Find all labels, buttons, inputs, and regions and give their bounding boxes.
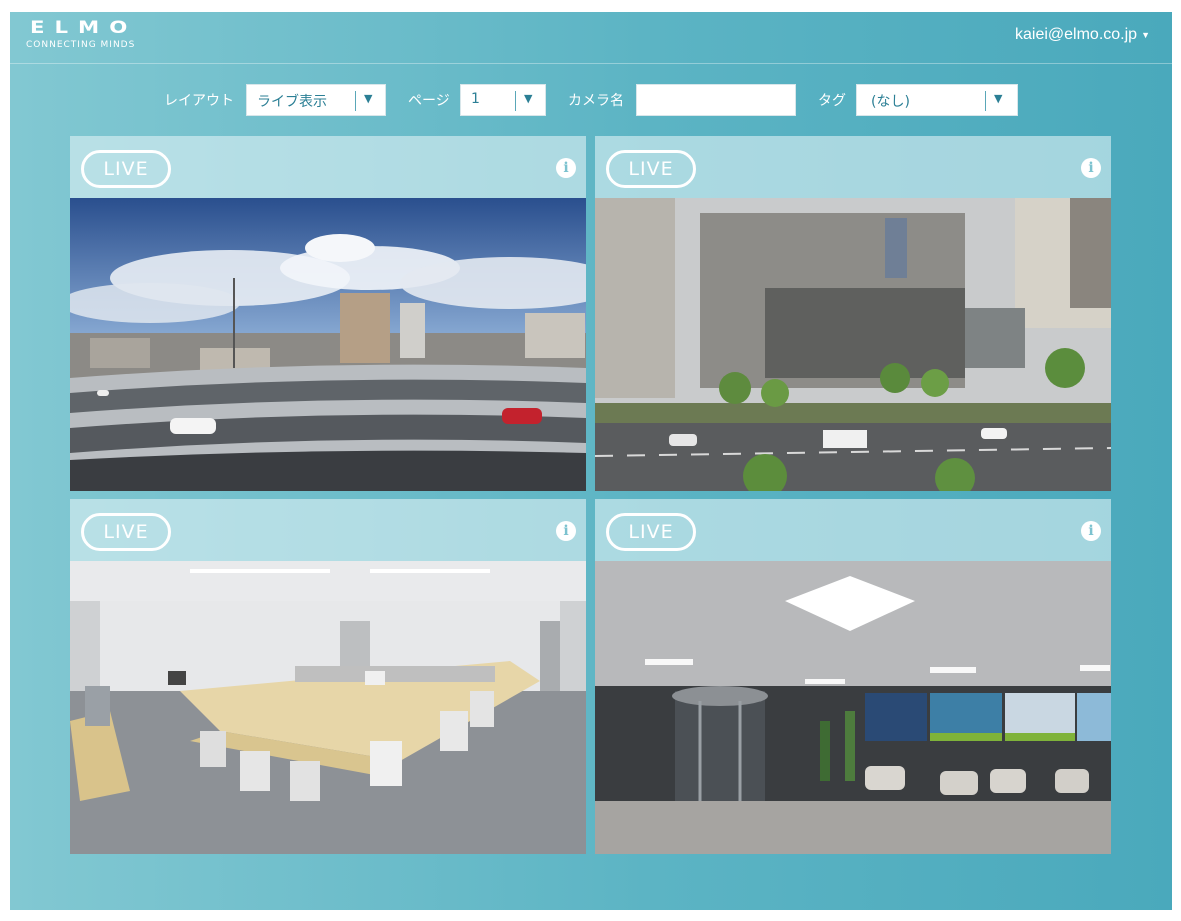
camera-name-input[interactable] (636, 84, 796, 116)
highway-scene (70, 198, 586, 491)
select-divider (515, 91, 516, 111)
page-select[interactable]: 1 ▼ (460, 84, 546, 116)
camera-tile-header: LIVE i (595, 499, 1111, 561)
select-divider (355, 91, 356, 111)
layout-label: レイアウト (164, 93, 234, 109)
logo-tagline: CONNECTING MINDS (26, 40, 136, 50)
filter-bar: レイアウト ライブ表示 ▼ ページ 1 ▼ カメラ名 タグ (なし) ▼ (10, 84, 1172, 116)
lobby-scene (595, 561, 1111, 854)
camera-tile-1[interactable]: LIVE i (70, 136, 586, 491)
caret-down-icon: ▼ (1141, 29, 1150, 40)
tag-select-value: (なし) (871, 94, 910, 110)
info-icon[interactable]: i (556, 521, 576, 541)
caret-down-icon: ▼ (364, 92, 373, 105)
tag-select[interactable]: (なし) ▼ (856, 84, 1018, 116)
info-icon[interactable]: i (1081, 521, 1101, 541)
layout-select[interactable]: ライブ表示 ▼ (246, 84, 386, 116)
caret-down-icon: ▼ (524, 92, 533, 105)
camera-feed-street[interactable] (595, 198, 1111, 491)
tag-label: タグ (818, 93, 846, 109)
user-email: kaiei@elmo.co.jp (1015, 26, 1138, 43)
caret-down-icon: ▼ (994, 92, 1003, 105)
camera-tile-header: LIVE i (595, 136, 1111, 198)
logo-mark: ELMO (30, 18, 138, 38)
live-badge[interactable]: LIVE (606, 150, 696, 188)
elmo-logo: ELMO CONNECTING MINDS (26, 18, 135, 50)
info-icon[interactable]: i (1081, 158, 1101, 178)
camera-tile-header: LIVE i (70, 499, 586, 561)
live-badge[interactable]: LIVE (606, 513, 696, 551)
camera-tile-4[interactable]: LIVE i (595, 499, 1111, 854)
camera-name-label: カメラ名 (568, 93, 624, 109)
camera-feed-highway[interactable] (70, 198, 586, 491)
user-account-menu[interactable]: kaiei@elmo.co.jp ▼ (1015, 26, 1150, 44)
page-select-value: 1 (471, 91, 480, 107)
camera-feed-lobby[interactable] (595, 561, 1111, 854)
meeting-room-scene (70, 561, 586, 854)
camera-tile-header: LIVE i (70, 136, 586, 198)
page-label: ページ (408, 93, 450, 109)
top-bar: ELMO CONNECTING MINDS kaiei@elmo.co.jp ▼ (10, 12, 1172, 64)
info-icon[interactable]: i (556, 158, 576, 178)
live-badge[interactable]: LIVE (81, 150, 171, 188)
street-scene (595, 198, 1111, 491)
camera-feed-meeting-room[interactable] (70, 561, 586, 854)
live-badge[interactable]: LIVE (81, 513, 171, 551)
layout-select-value: ライブ表示 (257, 94, 327, 110)
camera-tile-3[interactable]: LIVE i (70, 499, 586, 854)
select-divider (985, 91, 986, 111)
camera-tile-2[interactable]: LIVE i (595, 136, 1111, 491)
camera-viewer-app: ELMO CONNECTING MINDS kaiei@elmo.co.jp ▼ … (10, 12, 1172, 910)
